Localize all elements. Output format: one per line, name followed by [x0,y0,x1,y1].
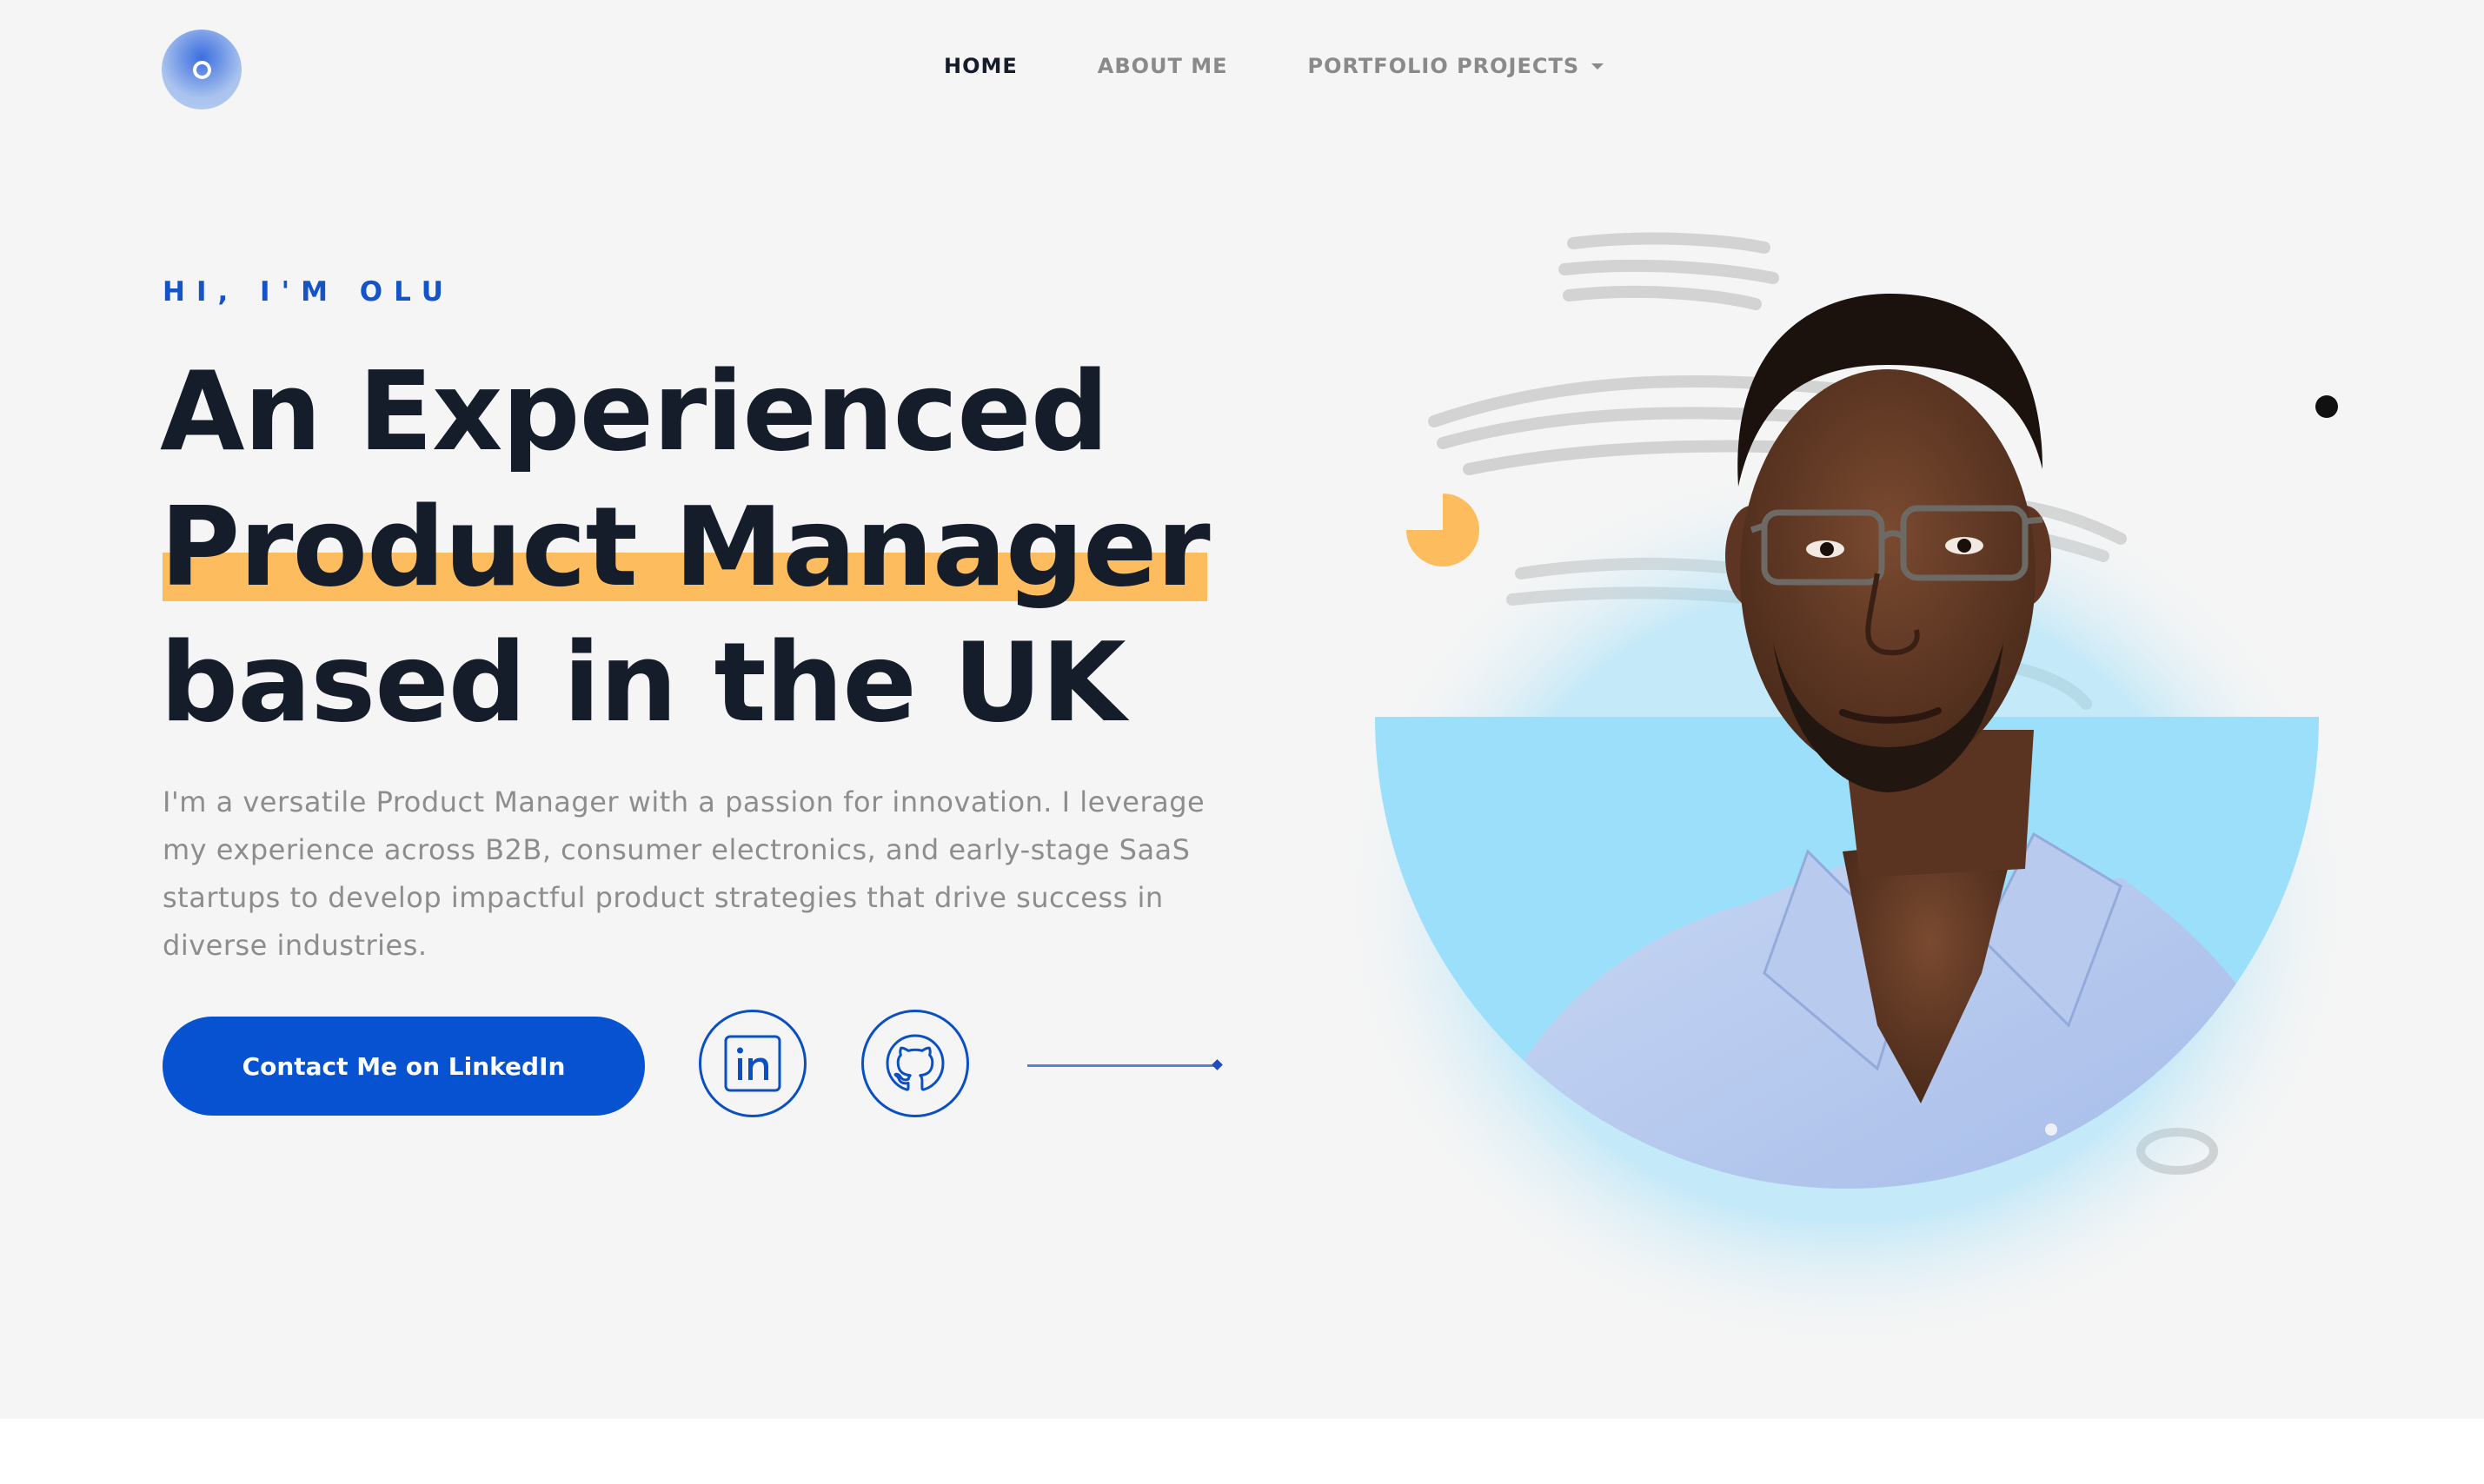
main-nav: HOME ABOUT ME PORTFOLIO PROJECTS [944,54,1604,78]
github-icon [886,1034,945,1091]
headline-line-1: An Experienced [160,348,1109,475]
page: HOME ABOUT ME PORTFOLIO PROJECTS HI, I'M… [0,0,2484,1484]
yellow-pie-shape [1406,494,1479,566]
linkedin-icon [724,1035,781,1092]
hero-section: HOME ABOUT ME PORTFOLIO PROJECTS HI, I'M… [0,0,2484,1419]
hero-description: I'm a versatile Product Manager with a p… [163,785,1205,962]
headline-line-2: Product Manager [160,483,1211,611]
arrow-tip-icon [1212,1059,1223,1070]
nav-item-portfolio-projects[interactable]: PORTFOLIO PROJECTS [1308,54,1604,78]
nav-item-portfolio-label: PORTFOLIO PROJECTS [1307,54,1580,78]
hero-headline: An Experienced Product Manager based in … [160,344,1211,751]
caret-down-icon [1591,63,1604,70]
nav-item-about-me[interactable]: ABOUT ME [1098,54,1228,78]
hero-eyebrow: HI, I'M OLU [163,276,455,308]
github-link[interactable] [861,1010,969,1117]
site-logo[interactable] [162,30,242,109]
headline-line-3: based in the UK [160,619,1126,746]
hero-visual [1356,232,2360,1347]
decorative-arrow-line [1027,1059,1223,1070]
nav-item-home[interactable]: HOME [944,54,1018,78]
contact-linkedin-button[interactable]: Contact Me on LinkedIn [163,1017,645,1116]
logo-ring-icon [193,61,211,79]
black-dot [2315,395,2338,418]
linkedin-link[interactable] [699,1010,807,1117]
